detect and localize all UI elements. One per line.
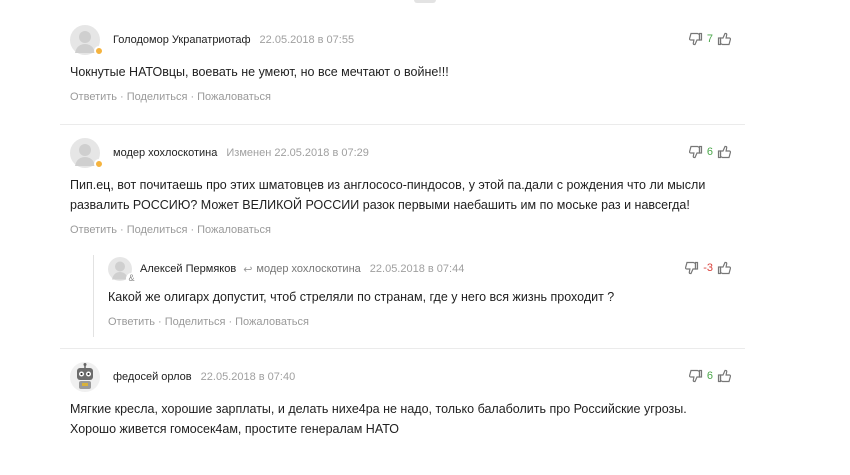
top-edge xyxy=(0,0,850,8)
vote-controls: 6 xyxy=(688,369,731,383)
badge-dot-icon xyxy=(94,159,104,169)
comment-date: 22.05.2018 в 07:55 xyxy=(259,34,355,46)
separator: · xyxy=(120,91,124,103)
share-link[interactable]: Поделиться xyxy=(127,91,188,103)
share-link[interactable]: Поделиться xyxy=(165,316,226,328)
comment-header: Голодомор Украпатриотаф 22.05.2018 в 07:… xyxy=(70,24,745,56)
comment: Голодомор Украпатриотаф 22.05.2018 в 07:… xyxy=(70,24,745,103)
reply-link[interactable]: Ответить xyxy=(70,91,117,103)
vote-controls: 7 xyxy=(688,32,731,46)
vote-score: 7 xyxy=(706,33,713,45)
dislike-icon[interactable] xyxy=(688,32,703,46)
comment-divider xyxy=(60,348,745,349)
share-link[interactable]: Поделиться xyxy=(127,224,188,236)
comment-text: Чокнутые НАТОвцы, воевать не умеют, но в… xyxy=(70,65,449,79)
reply-link[interactable]: Ответить xyxy=(108,316,155,328)
user-avatar-icon[interactable] xyxy=(70,138,104,169)
comment-author[interactable]: Голодомор Украпатриотаф xyxy=(113,34,251,46)
comment-header: федосей орлов 22.05.2018 в 07:40 6 xyxy=(70,361,745,393)
dislike-icon[interactable] xyxy=(688,369,703,383)
comment-text-line: развалить РОССИЮ? Может ВЕЛИКОЙ РОССИИ р… xyxy=(70,198,690,212)
comment-text-line: Пип.ец, вот почитаешь про этих шматовцев… xyxy=(70,178,706,192)
reply-to-author[interactable]: модер хохлоскотина xyxy=(256,263,360,275)
like-icon[interactable] xyxy=(717,145,731,159)
vote-score: 6 xyxy=(706,146,713,158)
report-link[interactable]: Пожаловаться xyxy=(197,91,271,103)
badge-dot-icon xyxy=(94,46,104,56)
robot-avatar-icon[interactable] xyxy=(70,362,100,392)
like-icon[interactable] xyxy=(717,261,731,275)
reply-arrow-icon: ↩ xyxy=(243,263,253,276)
report-link[interactable]: Пожаловаться xyxy=(197,224,271,236)
vote-score: 6 xyxy=(706,370,713,382)
separator: · xyxy=(190,224,195,236)
ampersand-badge-icon: & xyxy=(126,273,137,284)
comment-header: модер хохлоскотина Изменен 22.05.2018 в … xyxy=(70,137,745,169)
vote-score: -3 xyxy=(703,262,713,274)
comment-date: Изменен 22.05.2018 в 07:29 xyxy=(226,147,369,159)
vote-controls: -3 xyxy=(685,261,731,275)
separator: · xyxy=(120,224,124,236)
comment-author[interactable]: модер хохлоскотина xyxy=(113,147,217,159)
user-avatar-icon[interactable]: & xyxy=(108,257,137,284)
comment-actions: Ответить · Поделиться · Пожаловаться xyxy=(108,316,745,328)
comment: модер хохлоскотина Изменен 22.05.2018 в … xyxy=(70,137,745,236)
reply-link[interactable]: Ответить xyxy=(70,224,117,236)
comment-date: 22.05.2018 в 07:44 xyxy=(369,263,465,275)
dislike-icon[interactable] xyxy=(688,145,703,159)
comment-author[interactable]: Алексей Пермяков xyxy=(140,263,236,275)
user-avatar-icon[interactable] xyxy=(70,25,104,56)
comment-text: Мягкие кресла, хорошие зарплаты, и делат… xyxy=(70,399,745,439)
like-icon[interactable] xyxy=(717,32,731,46)
dislike-icon[interactable] xyxy=(685,261,699,275)
comment: федосей орлов 22.05.2018 в 07:40 6 Мягки… xyxy=(70,361,745,439)
vote-controls: 6 xyxy=(688,145,731,159)
report-link[interactable]: Пожаловаться xyxy=(235,316,309,328)
comment-actions: Ответить · Поделиться · Пожаловаться xyxy=(70,91,745,103)
like-icon[interactable] xyxy=(717,369,731,383)
comment-text: Пип.ец, вот почитаешь про этих шматовцев… xyxy=(70,175,745,215)
reply-comment: & Алексей Пермяков ↩ модер хохлоскотина … xyxy=(108,253,745,328)
scroll-tab xyxy=(414,0,436,3)
comment-text-line: Хорошо живется гомосек4ам, простите гене… xyxy=(70,422,399,436)
separator: · xyxy=(158,316,162,328)
comment-divider xyxy=(60,124,745,125)
comment-date: 22.05.2018 в 07:40 xyxy=(200,371,296,383)
comment-actions: Ответить · Поделиться · Пожаловаться xyxy=(70,224,745,236)
comment-author[interactable]: федосей орлов xyxy=(113,371,192,383)
comment-header: & Алексей Пермяков ↩ модер хохлоскотина … xyxy=(108,253,745,285)
separator: · xyxy=(190,91,195,103)
comment-text-line: Мягкие кресла, хорошие зарплаты, и делат… xyxy=(70,402,687,416)
comment-text: Какой же олигарх допустит, чтоб стреляли… xyxy=(108,290,615,304)
reply-thread-line xyxy=(93,255,94,337)
separator: · xyxy=(228,316,233,328)
